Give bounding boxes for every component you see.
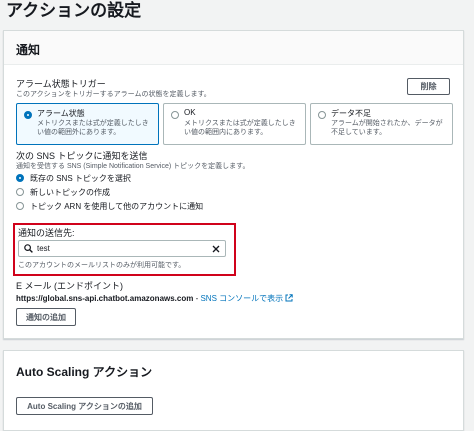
external-link-icon bbox=[285, 294, 293, 302]
existing-topic-radio[interactable] bbox=[16, 174, 24, 182]
sns-topic-label: 次の SNS トピックに通知を送信 bbox=[16, 151, 148, 161]
ok-state-radio[interactable] bbox=[171, 111, 179, 119]
page-title: アクションの設定 bbox=[6, 1, 142, 20]
autoscaling-panel: Auto Scaling アクション Auto Scaling アクションの追加 bbox=[3, 350, 464, 431]
notification-panel: 通知 アラーム状態トリガー このアクションをトリガーするアラームの状態を定義しま… bbox=[3, 30, 464, 339]
send-to-input[interactable]: test bbox=[18, 240, 226, 257]
new-topic-radio[interactable] bbox=[16, 188, 24, 196]
new-topic-label: 新しいトピックの作成 bbox=[30, 188, 110, 197]
alarm-state-option-desc: メトリクスまたは式が定義したしきい値の範囲外にあります。 bbox=[37, 120, 149, 136]
email-endpoint-value: https://global.sns-api.chatbot.amazonaws… bbox=[16, 294, 194, 303]
insufficient-data-option-desc: アラームが開始されたか、データが不足しています。 bbox=[331, 120, 443, 136]
email-endpoint-label: E メール (エンドポイント) bbox=[16, 281, 123, 291]
notification-header: 通知 bbox=[4, 31, 463, 65]
ok-state-option-desc: メトリクスまたは式が定義したしきい値の範囲内にあります。 bbox=[184, 120, 296, 136]
existing-topic-label: 既存の SNS トピックを選択 bbox=[30, 174, 131, 183]
ok-state-option-title: OK bbox=[184, 108, 196, 117]
email-endpoint-row: https://global.sns-api.chatbot.amazonaws… bbox=[16, 293, 293, 304]
insufficient-data-radio[interactable] bbox=[318, 111, 326, 119]
alarm-state-radio[interactable] bbox=[24, 111, 32, 119]
ok-state-option[interactable]: OK メトリクスまたは式が定義したしきい値の範囲内にあります。 bbox=[163, 103, 306, 145]
alarm-state-option-title: アラーム状態 bbox=[37, 109, 85, 118]
sns-console-link[interactable]: SNS コンソールで表示 bbox=[200, 294, 283, 303]
add-notification-button[interactable]: 通知の追加 bbox=[16, 308, 76, 326]
send-to-label: 通知の送信先: bbox=[18, 228, 75, 238]
insufficient-data-option[interactable]: データ不足 アラームが開始されたか、データが不足しています。 bbox=[310, 103, 453, 145]
alarm-state-option[interactable]: アラーム状態 メトリクスまたは式が定義したしきい値の範囲外にあります。 bbox=[16, 103, 159, 145]
insufficient-data-option-title: データ不足 bbox=[331, 109, 371, 118]
search-icon bbox=[24, 244, 33, 253]
autoscaling-header: Auto Scaling アクション bbox=[16, 365, 153, 379]
topic-arn-label: トピック ARN を使用して他のアカウントに通知 bbox=[30, 202, 204, 211]
topic-arn-radio[interactable] bbox=[16, 202, 24, 210]
send-to-hint: このアカウントのメールリストのみが利用可能です。 bbox=[18, 262, 186, 269]
sns-topic-description: 通知を受信する SNS (Simple Notification Service… bbox=[16, 163, 250, 170]
alarm-state-trigger-label: アラーム状態トリガー bbox=[16, 79, 106, 89]
add-autoscaling-action-button[interactable]: Auto Scaling アクションの追加 bbox=[16, 397, 153, 415]
send-to-value: test bbox=[37, 244, 50, 253]
alarm-state-trigger-description: このアクションをトリガーするアラームの状態を定義します。 bbox=[16, 91, 211, 98]
clear-icon[interactable] bbox=[212, 245, 220, 253]
remove-button[interactable]: 削除 bbox=[407, 78, 450, 95]
